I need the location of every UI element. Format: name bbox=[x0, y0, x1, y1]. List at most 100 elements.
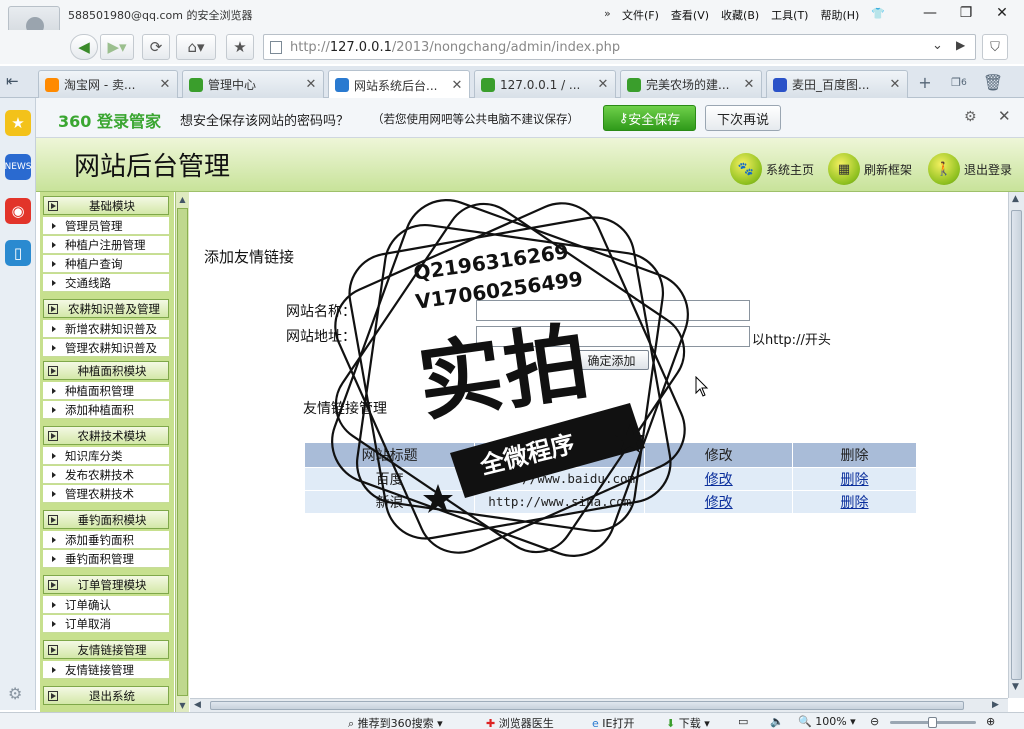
sidebar-toggle-icon[interactable]: ⇤ bbox=[6, 72, 19, 90]
menu-item-traffic-route[interactable]: 交通线路 bbox=[43, 274, 169, 292]
scroll-thumb[interactable] bbox=[1011, 210, 1022, 680]
tab-close-icon[interactable]: ✕ bbox=[157, 77, 173, 92]
scroll-thumb[interactable] bbox=[177, 208, 188, 696]
refresh-button[interactable]: ⟳ bbox=[142, 34, 170, 60]
scroll-down-icon[interactable]: ▼ bbox=[176, 698, 189, 712]
status-volume-icon[interactable]: 🔈 bbox=[770, 715, 784, 728]
menu-group-planting-area[interactable]: 种植面积模块 bbox=[43, 361, 169, 380]
delete-link[interactable]: 删除 bbox=[841, 495, 869, 511]
menu-view[interactable]: 查看(V) bbox=[671, 7, 709, 23]
scroll-up-icon[interactable]: ▲ bbox=[1012, 194, 1019, 204]
status-zoom[interactable]: 🔍 100% ▾ bbox=[798, 715, 856, 728]
refresh-frame-button[interactable]: ▦ 刷新框架 bbox=[828, 152, 912, 186]
menu-item-manage-tech[interactable]: 管理农耕技术 bbox=[43, 485, 169, 503]
tab-baidu-images[interactable]: 麦田_百度图... ✕ bbox=[766, 70, 908, 98]
scroll-right-icon[interactable]: ▶ bbox=[992, 700, 999, 710]
menu-item-grower-register[interactable]: 种植户注册管理 bbox=[43, 236, 169, 254]
menu-item-order-confirm[interactable]: 订单确认 bbox=[43, 596, 169, 614]
status-download[interactable]: ⬇ 下载 ▾ bbox=[666, 715, 710, 729]
status-recommend-360[interactable]: ⌕ 推荐到360搜索 ▾ bbox=[348, 715, 443, 729]
system-home-button[interactable]: 🐾 系统主页 bbox=[730, 152, 814, 186]
menu-item-grower-query[interactable]: 种植户查询 bbox=[43, 255, 169, 273]
menu-help[interactable]: 帮助(H) bbox=[820, 7, 859, 23]
tab-site-backend[interactable]: 网站系统后台... ✕ bbox=[328, 70, 470, 99]
dock-settings-icon[interactable]: ⚙ bbox=[8, 684, 22, 703]
favorite-star-button[interactable]: ★ bbox=[226, 34, 254, 60]
content-horizontal-scrollbar[interactable]: ◀ ▶ bbox=[190, 698, 1008, 712]
logout-button[interactable]: 🚶 退出登录 bbox=[928, 152, 1012, 186]
edit-link[interactable]: 修改 bbox=[705, 472, 733, 488]
status-open-in-ie[interactable]: e IE打开 bbox=[592, 715, 634, 729]
menu-item-planting-area-manage[interactable]: 种植面积管理 bbox=[43, 382, 169, 400]
scroll-down-icon[interactable]: ▼ bbox=[1012, 682, 1019, 692]
content-vertical-scrollbar[interactable]: ▲ ▼ bbox=[1008, 192, 1024, 698]
tab-localhost[interactable]: 127.0.0.1 / ... ✕ bbox=[474, 70, 616, 98]
news-icon[interactable]: NEWS bbox=[4, 154, 32, 180]
trash-icon[interactable]: 🗑 bbox=[980, 70, 1006, 94]
home-button[interactable]: ⌂▾ bbox=[176, 34, 216, 60]
delete-link[interactable]: 删除 bbox=[841, 472, 869, 488]
menu-item-admin-manage[interactable]: 管理员管理 bbox=[43, 217, 169, 235]
menu-item-add-fishing-area[interactable]: 添加垂钓面积 bbox=[43, 531, 169, 549]
menu-expand-icon[interactable]: » bbox=[604, 7, 611, 20]
tab-admin-center[interactable]: 管理中心 ✕ bbox=[182, 70, 324, 98]
address-bar[interactable]: http://127.0.0.1/2013/nongchang/admin/in… bbox=[263, 34, 976, 60]
scroll-up-icon[interactable]: ▲ bbox=[176, 192, 189, 206]
menu-item-order-cancel[interactable]: 订单取消 bbox=[43, 615, 169, 633]
tab-taobao[interactable]: 淘宝网 - 卖... ✕ bbox=[38, 70, 178, 98]
minimize-icon[interactable]: — bbox=[912, 2, 948, 24]
menu-group-farming-knowledge[interactable]: 农耕知识普及管理 bbox=[43, 299, 169, 318]
tab-close-icon[interactable]: ✕ bbox=[595, 77, 611, 92]
menu-tools[interactable]: 工具(T) bbox=[771, 7, 808, 23]
tab-close-icon[interactable]: ✕ bbox=[303, 77, 319, 92]
address-url[interactable]: http://127.0.0.1/2013/nongchang/admin/in… bbox=[290, 40, 620, 55]
menu-item-knowledge-category[interactable]: 知识库分类 bbox=[43, 447, 169, 465]
menu-item-friend-links-manage[interactable]: 友情链接管理 bbox=[43, 661, 169, 679]
bullet-arrow-icon bbox=[52, 620, 56, 627]
mobile-icon[interactable]: ▯ bbox=[5, 240, 31, 266]
scroll-left-icon[interactable]: ◀ bbox=[194, 700, 201, 710]
menu-group-exit-system[interactable]: 退出系统 bbox=[43, 686, 169, 705]
later-button[interactable]: 下次再说 bbox=[705, 105, 781, 131]
menu-item-publish-tech[interactable]: 发布农耕技术 bbox=[43, 466, 169, 484]
skin-shirt-icon[interactable]: 👕 bbox=[871, 7, 885, 23]
back-button[interactable]: ◀ bbox=[70, 34, 98, 60]
menu-file[interactable]: 文件(F) bbox=[622, 7, 659, 23]
menu-group-friend-links[interactable]: 友情链接管理 bbox=[43, 640, 169, 659]
safe-save-button[interactable]: ⚷ 安全保存 bbox=[603, 105, 696, 131]
tab-close-icon[interactable]: ✕ bbox=[741, 77, 757, 92]
status-browser-doctor[interactable]: ✚ 浏览器医生 bbox=[486, 715, 554, 729]
menu-item-add-planting-area[interactable]: 添加种植面积 bbox=[43, 401, 169, 419]
edit-link[interactable]: 修改 bbox=[705, 495, 733, 511]
restore-icon[interactable]: ❐ bbox=[948, 2, 984, 24]
close-window-icon[interactable]: ✕ bbox=[984, 2, 1020, 24]
menu-favorites[interactable]: 收藏(B) bbox=[721, 7, 759, 23]
tab-close-icon[interactable]: ✕ bbox=[449, 78, 465, 93]
menu-item-add-knowledge[interactable]: 新增农耕知识普及 bbox=[43, 320, 169, 338]
menu-item-fishing-area-manage[interactable]: 垂钓面积管理 bbox=[43, 550, 169, 568]
zoom-in-icon[interactable]: ⊕ bbox=[986, 715, 995, 728]
status-window-icon[interactable]: ▭ bbox=[738, 715, 748, 728]
password-bar-close-icon[interactable]: ✕ bbox=[998, 107, 1011, 125]
tab-list-icon[interactable]: ❐ 6 bbox=[946, 70, 972, 94]
scroll-thumb[interactable] bbox=[210, 701, 964, 710]
new-tab-icon[interactable]: + bbox=[912, 70, 938, 94]
zoom-slider-handle[interactable] bbox=[928, 717, 937, 728]
side-menu-scrollbar[interactable]: ▲ ▼ bbox=[175, 192, 189, 712]
tab-close-icon[interactable]: ✕ bbox=[887, 77, 903, 92]
password-bar-gear-icon[interactable]: ⚙ bbox=[964, 109, 977, 125]
security-shield-button[interactable]: ⛉ bbox=[982, 34, 1008, 60]
menu-group-orders[interactable]: 订单管理模块 bbox=[43, 575, 169, 594]
tab-farm-build[interactable]: 完美农场的建... ✕ bbox=[620, 70, 762, 98]
favorites-star-icon[interactable]: ★ bbox=[5, 110, 31, 136]
go-arrow-icon[interactable]: ▶ bbox=[956, 38, 965, 52]
menu-item-manage-knowledge[interactable]: 管理农耕知识普及 bbox=[43, 339, 169, 357]
address-dropdown-icon[interactable]: ⌄ bbox=[932, 38, 943, 53]
bullet-arrow-icon bbox=[52, 279, 56, 286]
forward-button[interactable]: ▶▾ bbox=[100, 34, 134, 60]
menu-group-fishing-area[interactable]: 垂钓面积模块 bbox=[43, 510, 169, 529]
menu-group-basic[interactable]: 基础模块 bbox=[43, 196, 169, 215]
zoom-out-icon[interactable]: ⊖ bbox=[870, 715, 879, 728]
menu-group-farming-tech[interactable]: 农耕技术模块 bbox=[43, 426, 169, 445]
weibo-icon[interactable]: ◉ bbox=[5, 198, 31, 224]
